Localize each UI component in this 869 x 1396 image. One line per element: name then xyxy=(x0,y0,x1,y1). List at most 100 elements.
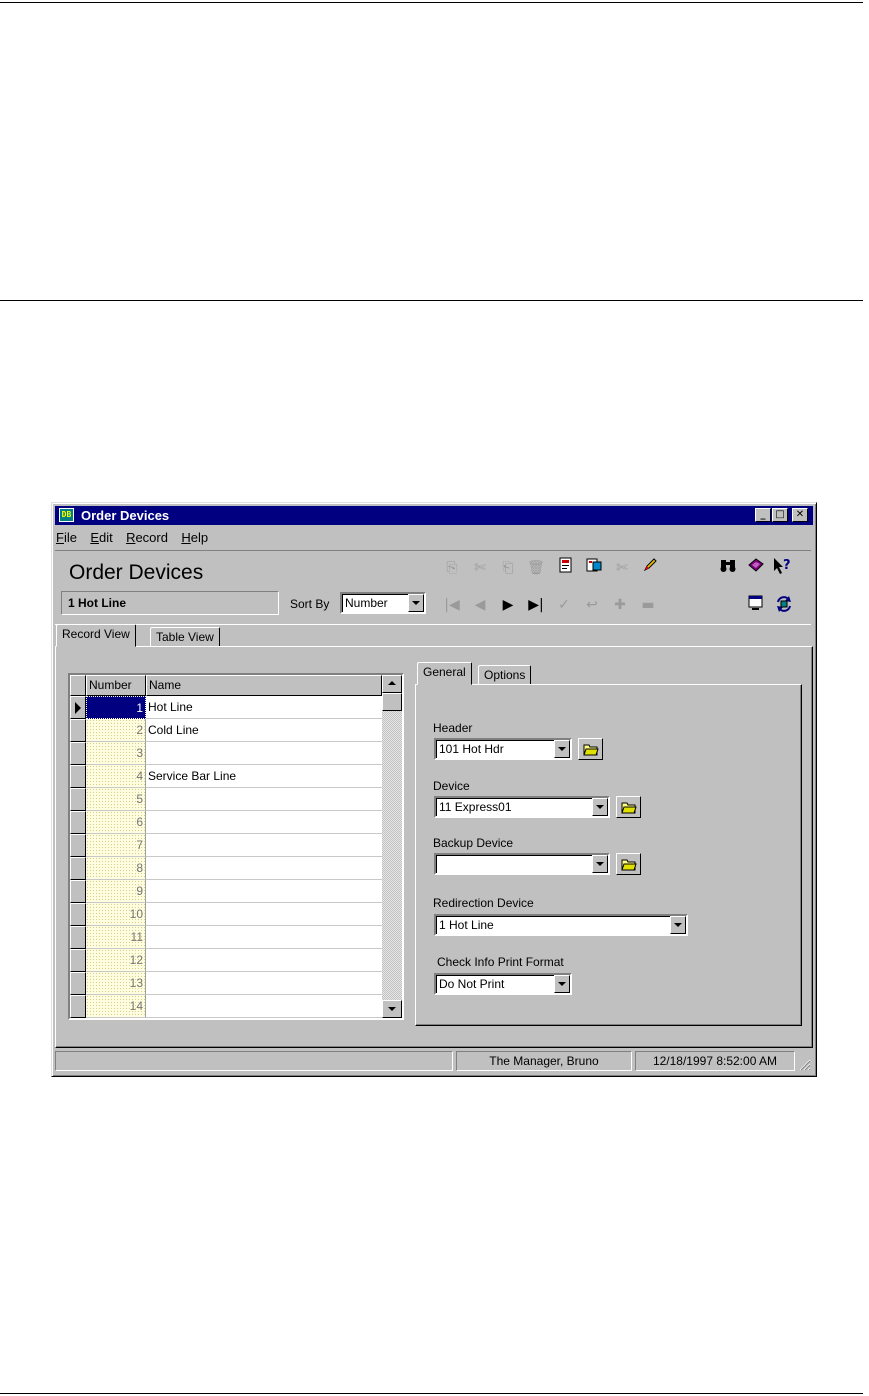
table-row[interactable]: 1 Hot Line xyxy=(70,696,382,719)
cell-number[interactable]: 10 xyxy=(86,903,146,926)
previous-record-icon[interactable]: ◀ xyxy=(469,594,491,616)
cell-name[interactable] xyxy=(146,742,382,765)
row-selector[interactable] xyxy=(70,742,86,765)
title-bar[interactable]: DB Order Devices _ □ ✕ xyxy=(55,506,813,525)
cell-name[interactable] xyxy=(146,949,382,972)
minimize-button[interactable]: _ xyxy=(755,508,771,522)
table-row[interactable]: 10 xyxy=(70,903,382,926)
chevron-down-icon[interactable] xyxy=(670,916,686,934)
copy-record-icon[interactable]: ⎘ xyxy=(441,557,463,579)
cell-number[interactable]: 9 xyxy=(86,880,146,903)
cell-number[interactable]: 2 xyxy=(86,719,146,742)
row-selector[interactable] xyxy=(70,719,86,742)
table-row[interactable]: 6 xyxy=(70,811,382,834)
cell-number[interactable]: 3 xyxy=(86,742,146,765)
first-record-icon[interactable]: |◀ xyxy=(441,594,463,616)
cell-number[interactable]: 11 xyxy=(86,926,146,949)
cell-number[interactable]: 13 xyxy=(86,972,146,995)
cell-name[interactable] xyxy=(146,926,382,949)
cell-number[interactable]: 14 xyxy=(86,995,146,1018)
table-row[interactable]: 14 xyxy=(70,995,382,1018)
paste-icon[interactable]: ⎗ xyxy=(497,557,519,579)
tab-table-view[interactable]: Table View xyxy=(150,627,220,647)
row-selector[interactable] xyxy=(70,995,86,1018)
backup-device-browse-button[interactable] xyxy=(616,853,641,875)
row-selector[interactable] xyxy=(70,811,86,834)
row-selector[interactable] xyxy=(70,696,86,719)
cell-name[interactable] xyxy=(146,788,382,811)
scroll-up-button[interactable] xyxy=(382,675,402,693)
close-button[interactable]: ✕ xyxy=(792,508,808,522)
cell-number[interactable]: 8 xyxy=(86,857,146,880)
row-selector[interactable] xyxy=(70,926,86,949)
row-selector[interactable] xyxy=(70,972,86,995)
table-row[interactable]: 12 xyxy=(70,949,382,972)
header-select[interactable]: 101 Hot Hdr xyxy=(434,738,572,760)
cell-number[interactable]: 4 xyxy=(86,765,146,788)
print-record-icon[interactable] xyxy=(583,557,605,579)
table-row[interactable]: 9 xyxy=(70,880,382,903)
save-check-icon[interactable]: ✓ xyxy=(553,594,575,616)
row-selector[interactable] xyxy=(70,880,86,903)
pencil-icon[interactable] xyxy=(639,557,661,579)
last-record-icon[interactable]: ▶| xyxy=(525,594,547,616)
row-selector[interactable] xyxy=(70,949,86,972)
chevron-down-icon[interactable] xyxy=(554,740,570,758)
cell-name[interactable]: Cold Line xyxy=(146,719,382,742)
menu-record[interactable]: Record xyxy=(126,528,168,547)
tab-general[interactable]: General xyxy=(417,662,472,685)
grid-vertical-scrollbar[interactable] xyxy=(382,675,402,1018)
cell-name[interactable] xyxy=(146,880,382,903)
app-icon[interactable]: DB xyxy=(59,508,74,522)
row-selector[interactable] xyxy=(70,834,86,857)
cell-number[interactable]: 6 xyxy=(86,811,146,834)
chevron-down-icon[interactable] xyxy=(554,975,570,993)
cell-number[interactable]: 12 xyxy=(86,949,146,972)
cell-name[interactable] xyxy=(146,972,382,995)
cell-name[interactable]: Service Bar Line xyxy=(146,765,382,788)
maximize-button[interactable]: □ xyxy=(772,508,788,522)
table-row[interactable]: 7 xyxy=(70,834,382,857)
disabled-tool-icon[interactable]: ✄ xyxy=(611,557,633,579)
check-info-print-format-select[interactable]: Do Not Print xyxy=(434,973,572,995)
table-row[interactable]: 8 xyxy=(70,857,382,880)
cut-icon[interactable]: ✄ xyxy=(469,557,491,579)
column-header-name[interactable]: Name xyxy=(146,675,382,696)
cell-name[interactable] xyxy=(146,903,382,926)
refresh-icon[interactable] xyxy=(773,594,795,616)
form-view-icon[interactable] xyxy=(745,594,767,616)
delete-record-icon[interactable]: ▬ xyxy=(637,594,659,616)
scroll-down-button[interactable] xyxy=(382,1000,402,1018)
sort-by-select[interactable]: Number xyxy=(340,592,426,614)
binoculars-icon[interactable] xyxy=(717,557,739,579)
menu-edit[interactable]: Edit xyxy=(90,528,112,547)
report-icon[interactable] xyxy=(555,557,577,579)
cell-name[interactable] xyxy=(146,995,382,1018)
table-row[interactable]: 11 xyxy=(70,926,382,949)
chevron-down-icon[interactable] xyxy=(592,798,608,816)
table-row[interactable]: 2 Cold Line xyxy=(70,719,382,742)
table-row[interactable]: 13 xyxy=(70,972,382,995)
table-row[interactable]: 5 xyxy=(70,788,382,811)
cell-number[interactable]: 5 xyxy=(86,788,146,811)
backup-device-select[interactable] xyxy=(434,853,610,875)
device-select[interactable]: 11 Express01 xyxy=(434,796,610,818)
header-browse-button[interactable] xyxy=(578,738,603,760)
resize-grip-icon[interactable] xyxy=(797,1057,811,1071)
help-pointer-icon[interactable]: ? xyxy=(771,557,793,579)
redirection-device-select[interactable]: 1 Hot Line xyxy=(434,914,688,936)
chevron-down-icon[interactable] xyxy=(408,594,424,612)
row-selector[interactable] xyxy=(70,903,86,926)
row-selector[interactable] xyxy=(70,857,86,880)
tab-record-view[interactable]: Record View xyxy=(56,624,136,647)
book-icon[interactable] xyxy=(745,557,767,579)
table-row[interactable]: 3 xyxy=(70,742,382,765)
row-selector[interactable] xyxy=(70,788,86,811)
records-grid[interactable]: Number Name 1 Hot Line 2 Cold Line 3 4 Service… xyxy=(68,673,404,1020)
cell-name[interactable] xyxy=(146,811,382,834)
add-record-icon[interactable]: ✚ xyxy=(609,594,631,616)
next-record-icon[interactable]: ▶ xyxy=(497,594,519,616)
menu-file[interactable]: File xyxy=(56,528,77,547)
scroll-thumb[interactable] xyxy=(382,693,402,711)
cell-name[interactable]: Hot Line xyxy=(146,696,382,719)
